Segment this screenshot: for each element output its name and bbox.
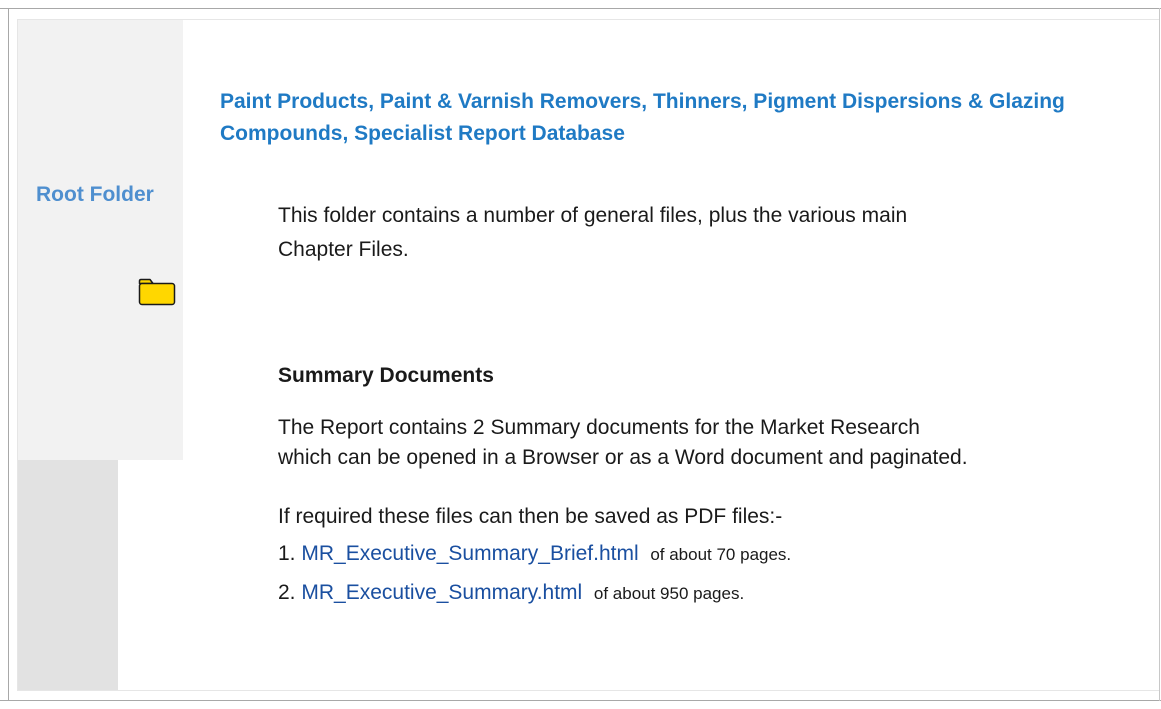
sidebar	[18, 20, 183, 460]
panel-bottom-border	[17, 690, 1159, 691]
summary-heading: Summary Documents	[278, 364, 494, 387]
sidebar-footer-block	[18, 460, 118, 690]
frame-right-border	[1159, 8, 1160, 701]
panel-top-border	[17, 19, 1159, 20]
frame-bottom-border	[0, 700, 1161, 701]
pdf-note: If required these files can then be save…	[278, 505, 783, 528]
executive-summary-link[interactable]: MR_Executive_Summary.html	[301, 581, 582, 604]
intro-text: This folder contains a number of general…	[278, 204, 908, 261]
frame-left-border	[8, 8, 9, 701]
executive-summary-brief-link[interactable]: MR_Executive_Summary_Brief.html	[301, 542, 638, 565]
folder-icon[interactable]	[138, 278, 176, 306]
list-item-pages: of about 70 pages.	[650, 545, 792, 564]
list-item-pages: of about 950 pages.	[593, 584, 745, 603]
list-item: 2. MR_Executive_Summary.html of about 95…	[278, 578, 744, 609]
list-item: 1. MR_Executive_Summary_Brief.html of ab…	[278, 539, 791, 570]
root-folder-label: Root Folder	[36, 183, 154, 206]
summary-description: The Report contains 2 Summary documents …	[278, 416, 968, 469]
page-title: Paint Products, Paint & Varnish Removers…	[220, 90, 1065, 145]
frame-top-border	[0, 8, 1161, 9]
list-item-number: 2.	[278, 581, 296, 604]
list-item-number: 1.	[278, 542, 296, 565]
